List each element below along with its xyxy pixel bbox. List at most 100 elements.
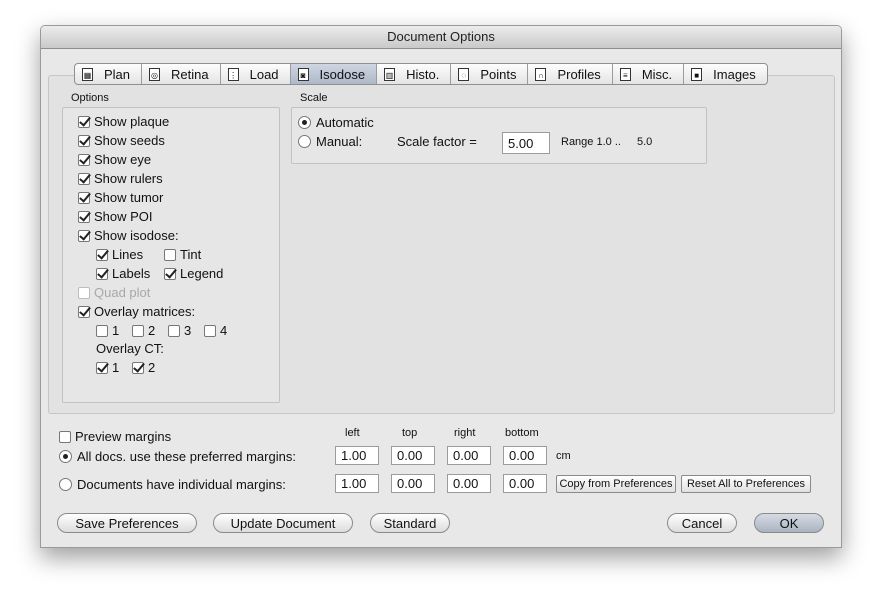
- preferred-bottom-input[interactable]: [503, 446, 547, 465]
- histo-doc-icon: ▥: [384, 67, 396, 81]
- preferred-right-input[interactable]: [447, 446, 491, 465]
- reset-all-to-preferences-button[interactable]: Reset All to Preferences: [681, 475, 811, 493]
- scale-factor-input[interactable]: [502, 132, 550, 154]
- checkbox-box[interactable]: [59, 430, 71, 443]
- window-title: Document Options: [41, 26, 841, 49]
- matrix-3-checkbox[interactable]: 3: [168, 323, 191, 338]
- tab-label: Points: [480, 66, 517, 82]
- overlay-matrices-checkbox[interactable]: Overlay matrices:: [78, 304, 195, 319]
- tab-load[interactable]: ⋮ Load: [221, 64, 291, 84]
- checkbox-box[interactable]: [78, 191, 90, 204]
- tab-label: Isodose: [319, 66, 366, 82]
- individual-margins-radio[interactable]: Documents have individual margins:: [59, 477, 286, 492]
- tint-checkbox[interactable]: Tint: [164, 247, 201, 262]
- margin-unit: cm: [556, 450, 571, 462]
- individual-top-input[interactable]: [391, 474, 435, 493]
- retina-doc-icon: ◎: [149, 67, 161, 81]
- tab-profiles[interactable]: ∩ Profiles: [528, 64, 613, 84]
- labels-label: Labels: [112, 266, 151, 281]
- tab-bar: ▦ Plan ◎ Retina ⋮ Load ◙ Isodose ▥ Histo. ◌ Po…: [74, 63, 768, 85]
- matrix-1-checkbox[interactable]: 1: [96, 323, 119, 338]
- checkbox-box[interactable]: [78, 305, 90, 318]
- tab-retina[interactable]: ◎ Retina: [142, 64, 221, 84]
- tab-images[interactable]: ■ Images: [684, 64, 767, 84]
- labels-checkbox[interactable]: Labels: [96, 266, 150, 281]
- checkbox-box[interactable]: [164, 248, 176, 261]
- tab-label: Images: [713, 66, 756, 82]
- save-preferences-button[interactable]: Save Preferences: [57, 513, 197, 533]
- matrix-2-checkbox[interactable]: 2: [132, 323, 155, 338]
- preferred-left-input[interactable]: [335, 446, 379, 465]
- margin-header-right: right: [454, 427, 476, 439]
- checkbox-box[interactable]: [78, 134, 90, 147]
- lines-label: Lines: [112, 247, 144, 262]
- legend-checkbox[interactable]: Legend: [164, 266, 223, 281]
- scale-group-title: Scale: [300, 92, 328, 104]
- isodose-doc-icon: ◙: [297, 67, 309, 81]
- checkbox-box[interactable]: [78, 153, 90, 166]
- ok-button[interactable]: OK: [754, 513, 824, 533]
- all-docs-margins-radio[interactable]: All docs. use these preferred margins:: [59, 449, 296, 464]
- matrix-2-label: 2: [148, 323, 156, 338]
- individual-bottom-input[interactable]: [503, 474, 547, 493]
- radio-button[interactable]: [59, 478, 72, 491]
- profiles-doc-icon: ∩: [535, 67, 547, 81]
- show-poi-checkbox[interactable]: Show POI: [78, 209, 153, 224]
- checkbox-box[interactable]: [96, 324, 108, 337]
- tab-label: Retina: [171, 66, 209, 82]
- tab-isodose[interactable]: ◙ Isodose: [290, 64, 378, 84]
- tab-label: Plan: [104, 66, 131, 82]
- lines-checkbox[interactable]: Lines: [96, 247, 143, 262]
- checkbox-box[interactable]: [96, 361, 108, 374]
- matrix-4-checkbox[interactable]: 4: [204, 323, 227, 338]
- checkbox-box[interactable]: [168, 324, 180, 337]
- update-document-button[interactable]: Update Document: [213, 513, 353, 533]
- cancel-button[interactable]: Cancel: [667, 513, 737, 533]
- radio-button[interactable]: [298, 135, 311, 148]
- options-group-title: Options: [71, 92, 109, 104]
- checkbox-box[interactable]: [132, 324, 144, 337]
- range-label: Range 1.0 ..: [561, 136, 621, 148]
- checkbox-box[interactable]: [132, 361, 144, 374]
- show-isodose-checkbox[interactable]: Show isodose:: [78, 228, 179, 243]
- show-eye-checkbox[interactable]: Show eye: [78, 152, 151, 167]
- preferred-top-input[interactable]: [391, 446, 435, 465]
- tab-histo[interactable]: ▥ Histo.: [377, 64, 452, 84]
- standard-button[interactable]: Standard: [370, 513, 450, 533]
- automatic-radio[interactable]: Automatic: [298, 115, 374, 130]
- checkbox-box[interactable]: [164, 267, 176, 280]
- misc-doc-icon: ≡: [619, 67, 631, 81]
- checkbox-box[interactable]: [96, 248, 108, 261]
- tab-label: Histo.: [406, 66, 440, 82]
- checkbox-box[interactable]: [96, 267, 108, 280]
- individual-left-input[interactable]: [335, 474, 379, 493]
- scale-factor-label: Scale factor =: [397, 134, 477, 149]
- checkbox-box[interactable]: [78, 115, 90, 128]
- checkbox-box[interactable]: [78, 229, 90, 242]
- preview-margins-checkbox[interactable]: Preview margins: [59, 429, 171, 444]
- margin-header-bottom: bottom: [505, 427, 539, 439]
- ct-1-checkbox[interactable]: 1: [96, 360, 119, 375]
- tab-misc[interactable]: ≡ Misc.: [613, 64, 685, 84]
- copy-from-preferences-button[interactable]: Copy from Preferences: [556, 475, 676, 493]
- checkbox-box[interactable]: [78, 172, 90, 185]
- tab-plan[interactable]: ▦ Plan: [75, 64, 143, 84]
- plan-doc-icon: ▦: [82, 67, 93, 81]
- points-doc-icon: ◌: [458, 67, 470, 81]
- checkbox-box[interactable]: [78, 210, 90, 223]
- show-plaque-checkbox[interactable]: Show plaque: [78, 114, 169, 129]
- show-seeds-checkbox[interactable]: Show seeds: [78, 133, 165, 148]
- checkbox-box[interactable]: [204, 324, 216, 337]
- radio-button[interactable]: [298, 116, 311, 129]
- show-seeds-label: Show seeds: [94, 133, 165, 148]
- show-rulers-checkbox[interactable]: Show rulers: [78, 171, 163, 186]
- individual-right-input[interactable]: [447, 474, 491, 493]
- tab-points[interactable]: ◌ Points: [451, 64, 529, 84]
- show-tumor-checkbox[interactable]: Show tumor: [78, 190, 163, 205]
- show-rulers-label: Show rulers: [94, 171, 163, 186]
- load-doc-icon: ⋮: [227, 67, 239, 81]
- manual-radio[interactable]: Manual:: [298, 134, 362, 149]
- radio-button[interactable]: [59, 450, 72, 463]
- ct-2-checkbox[interactable]: 2: [132, 360, 155, 375]
- show-eye-label: Show eye: [94, 152, 152, 167]
